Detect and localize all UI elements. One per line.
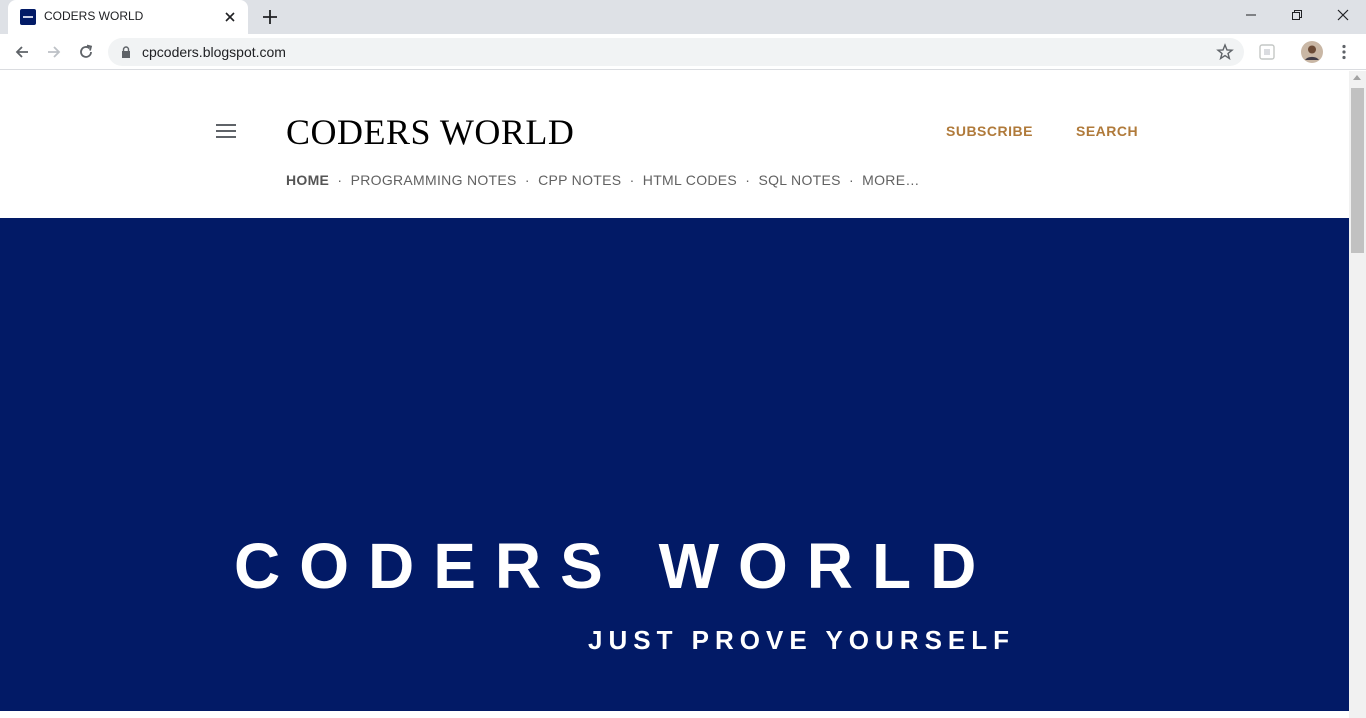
nav-separator: · [524,172,530,188]
close-tab-icon[interactable] [222,9,238,25]
url-text[interactable]: cpcoders.blogspot.com [142,44,286,60]
lock-icon [122,46,130,58]
new-tab-icon[interactable] [260,7,280,27]
tab-strip: CODERS WORLD [0,0,1366,34]
restore-icon [1292,10,1302,20]
extension-icon [1259,44,1275,60]
reload-icon [80,44,93,58]
nav-programming-notes[interactable]: PROGRAMMING NOTES [351,172,517,188]
hero-subtitle: JUST PROVE YOURSELF [588,625,1016,655]
site-title[interactable]: CODERS WORLD [286,111,574,153]
nav-html-codes[interactable]: HTML CODES [643,172,737,188]
close-icon [1337,9,1349,21]
back-icon [15,46,28,58]
address-bar[interactable]: cpcoders.blogspot.com [108,38,1244,66]
site-favicon-icon [20,9,36,25]
scrollbar-thumb[interactable] [1351,88,1364,253]
restore-button[interactable] [1274,0,1320,30]
nav-menu: HOME · PROGRAMMING NOTES · CPP NOTES · H… [286,172,920,188]
star-icon[interactable] [1216,43,1234,61]
nav-separator: · [848,172,854,188]
tab-title: CODERS WORLD [44,9,144,23]
page-content: CODERS WORLD SUBSCRIBE SEARCH HOME · PRO… [0,71,1349,718]
nav-home[interactable]: HOME [286,172,329,188]
nav-sql-notes[interactable]: SQL NOTES [758,172,840,188]
scrollbar[interactable] [1349,71,1366,718]
hero-banner: CODERS WORLD JUST PROVE YOURSELF [0,218,1349,711]
reload-button[interactable] [74,40,98,64]
minimize-icon [1246,14,1256,16]
avatar [1301,41,1323,63]
hamburger-icon[interactable] [216,124,236,138]
search-button[interactable]: SEARCH [1076,123,1138,139]
browser-tab[interactable]: CODERS WORLD [8,0,248,34]
nav-separator: · [629,172,635,188]
minimize-button[interactable] [1228,0,1274,30]
scroll-up-arrow-icon[interactable] [1353,75,1361,80]
more-icon [1342,44,1346,60]
nav-more[interactable]: MORE… [862,172,920,188]
back-button[interactable] [10,40,34,64]
menu-button[interactable] [1332,40,1356,64]
profile-button[interactable] [1300,40,1324,64]
nav-cpp-notes[interactable]: CPP NOTES [538,172,621,188]
forward-button[interactable] [42,40,66,64]
nav-separator: · [745,172,751,188]
forward-icon [48,46,61,58]
browser-toolbar: cpcoders.blogspot.com [0,34,1366,70]
hero-title: CODERS WORLD [234,530,996,602]
nav-separator: · [337,172,343,188]
close-window-button[interactable] [1320,0,1366,30]
subscribe-button[interactable]: SUBSCRIBE [946,123,1033,139]
extension-button[interactable] [1255,40,1279,64]
